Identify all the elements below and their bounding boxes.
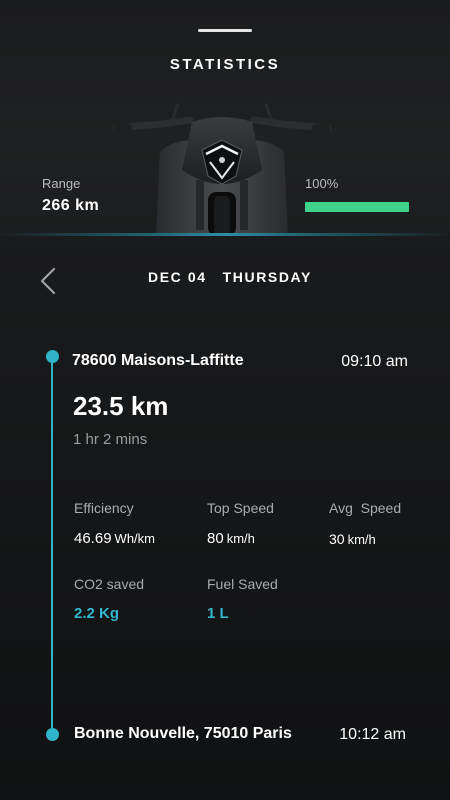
trip-distance: 23.5 km — [73, 391, 169, 421]
avg-speed-value: 30 km/h — [329, 531, 376, 547]
fuel-value: 1 L — [207, 605, 229, 622]
efficiency-value: 46.69 Wh/km — [74, 530, 155, 547]
timeline-line — [51, 357, 53, 735]
top-speed-value: 80 km/h — [207, 530, 255, 547]
fuel-label: Fuel Saved — [207, 576, 278, 592]
battery-bar — [305, 202, 409, 212]
top-speed-label: Top Speed — [207, 500, 274, 516]
end-point-dot — [46, 728, 59, 741]
start-location: 78600 Maisons-Laffitte — [72, 352, 244, 369]
chevron-left-icon[interactable] — [36, 266, 60, 296]
efficiency-number: 46.69 — [74, 530, 112, 547]
co2-label: CO2 saved — [74, 576, 145, 592]
avg-speed-number: 30 — [329, 531, 345, 547]
motorcycle-image — [112, 103, 332, 236]
range-label: Range — [42, 176, 81, 191]
page-title: STATISTICS — [169, 56, 281, 73]
weekday-label: THURSDAY — [222, 269, 312, 285]
start-point-dot — [46, 350, 59, 363]
start-time: 09:10 am — [341, 353, 408, 370]
trip-duration: 1 hr 2 mins — [73, 431, 148, 448]
avg-speed-label: Avg Speed — [329, 500, 402, 516]
co2-value: 2.2 Kg — [74, 605, 120, 622]
battery-bar-fill — [305, 202, 409, 212]
drag-handle[interactable] — [198, 29, 252, 32]
header: STATISTICS Range 266 km 100% — [0, 0, 450, 236]
battery-percent: 100% — [305, 176, 339, 191]
top-speed-number: 80 — [207, 530, 224, 547]
date-label: DEC 04 — [148, 269, 207, 285]
efficiency-unit: Wh/km — [114, 531, 155, 546]
trip-panel — [0, 236, 450, 800]
top-speed-unit: km/h — [226, 531, 255, 546]
trip-date: DEC 04 THURSDAY — [148, 269, 312, 285]
end-time: 10:12 am — [339, 726, 406, 743]
avg-speed-unit: km/h — [347, 532, 376, 547]
end-location: Bonne Nouvelle, 75010 Paris — [74, 725, 292, 742]
range-value: 266 km — [42, 197, 100, 214]
efficiency-label: Efficiency — [74, 500, 134, 516]
